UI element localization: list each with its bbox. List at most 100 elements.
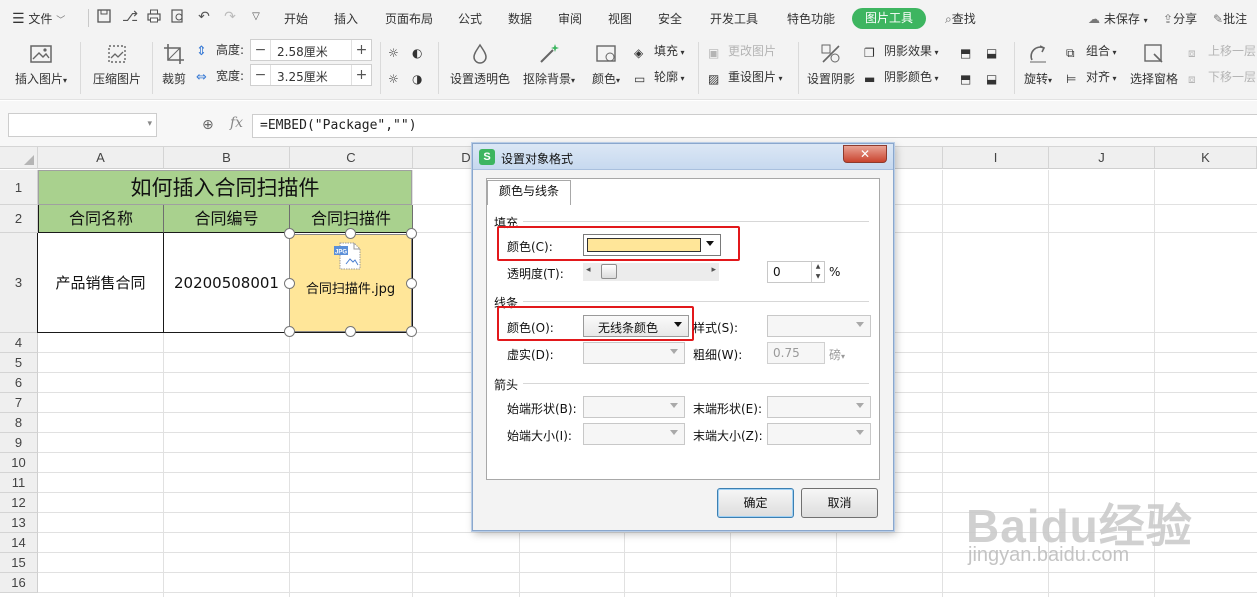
zoom-icon[interactable]: ⊕ [202, 117, 214, 133]
resize-handle-top-left[interactable] [284, 228, 295, 239]
comment-button[interactable]: ✎批注 [1213, 10, 1247, 27]
insert-picture-button[interactable]: 插入图片▾ [8, 42, 74, 87]
outline-button[interactable]: ▭ 轮廓 ▾ [634, 68, 685, 86]
width-stepper[interactable]: − 3.25厘米 + [250, 64, 372, 86]
cell-contract-name[interactable]: 产品销售合同 [38, 233, 164, 333]
tab-colors-and-lines[interactable]: 颜色与线条 [487, 180, 571, 205]
reset-picture-button[interactable]: ▨ 重设图片 ▾ [708, 68, 783, 86]
transparency-slider[interactable]: ◂ ▸ [583, 263, 719, 281]
spin-down-icon[interactable]: ▼ [811, 272, 824, 282]
transparency-stepper[interactable]: 0 ▲ ▼ [767, 261, 825, 283]
column-header-j[interactable]: J [1049, 147, 1155, 169]
row-header-10[interactable]: 10 [0, 453, 38, 473]
print-preview-icon[interactable] [170, 9, 186, 25]
cancel-button[interactable]: 取消 [801, 488, 878, 518]
rotate-button[interactable]: 旋转▾ [1020, 42, 1056, 87]
tab-formulas[interactable]: 公式 [458, 10, 482, 27]
row-header-4[interactable]: 4 [0, 333, 38, 353]
contrast-up-button[interactable]: ◐ [412, 42, 432, 60]
resize-handle-bottom-right[interactable] [406, 326, 417, 337]
row-header-2[interactable]: 2 [0, 205, 38, 233]
tab-picture-tools[interactable]: 图片工具 [852, 8, 926, 29]
column-header-c[interactable]: C [290, 147, 413, 169]
share-button[interactable]: ⇪分享 [1163, 10, 1197, 27]
group-button[interactable]: ⧉ 组合 ▾ [1066, 42, 1117, 60]
slider-right-arrow-icon[interactable]: ▸ [711, 265, 716, 275]
slider-thumb[interactable] [601, 264, 617, 279]
insert-function-icon[interactable]: fx [230, 115, 243, 131]
bring-forward-button[interactable]: ⧈ 上移一层 [1188, 42, 1256, 60]
column-header-b[interactable]: B [164, 147, 290, 169]
row-header-11[interactable]: 11 [0, 473, 38, 493]
set-transparent-color-button[interactable]: 设置透明色 [446, 42, 514, 87]
name-box[interactable]: ▾ [8, 113, 157, 137]
begin-size-dropdown[interactable] [583, 423, 685, 445]
width-decrease-button[interactable]: − [251, 65, 271, 85]
tab-special-features[interactable]: 特色功能 [787, 10, 835, 27]
resize-handle-bottom[interactable] [345, 326, 356, 337]
dash-type-dropdown[interactable] [583, 342, 685, 364]
line-weight-unit[interactable]: 磅▾ [829, 346, 845, 363]
tab-insert[interactable]: 插入 [334, 10, 358, 27]
end-size-dropdown[interactable] [767, 423, 871, 445]
contrast-down-button[interactable]: ◑ [412, 68, 432, 86]
height-stepper[interactable]: − 2.58厘米 + [250, 39, 372, 61]
brightness-down-button[interactable]: ☼ [388, 68, 408, 86]
row-header-14[interactable]: 14 [0, 533, 38, 553]
customize-quick-access-icon[interactable]: ▽ [248, 9, 264, 25]
shadow-color-button[interactable]: ▬ 阴影颜色 ▾ [864, 68, 939, 86]
brightness-up-button[interactable]: ☼ [388, 42, 408, 60]
width-increase-button[interactable]: + [351, 65, 371, 85]
tab-developer[interactable]: 开发工具 [710, 10, 758, 27]
width-value[interactable]: 3.25厘米 [277, 68, 328, 85]
header-contract-name[interactable]: 合同名称 [38, 205, 164, 233]
column-header-k[interactable]: K [1155, 147, 1257, 169]
tab-data[interactable]: 数据 [508, 10, 532, 27]
line-weight-value[interactable]: 0.75 [773, 346, 800, 360]
send-backward-button[interactable]: ⧈ 下移一层 [1188, 68, 1256, 86]
redo-icon[interactable]: ↷ [222, 9, 238, 25]
nudge-up-button[interactable]: ⬒ [960, 42, 980, 60]
transparency-value[interactable]: 0 [773, 265, 781, 279]
formula-input[interactable]: =EMBED("Package","") [252, 114, 1257, 138]
column-header-i[interactable]: I [943, 147, 1049, 169]
tab-review[interactable]: 审阅 [558, 10, 582, 27]
resize-handle-top-right[interactable] [406, 228, 417, 239]
undo-icon[interactable]: ↶ [196, 9, 212, 25]
resize-handle-bottom-left[interactable] [284, 326, 295, 337]
tab-view[interactable]: 视图 [608, 10, 632, 27]
height-decrease-button[interactable]: − [251, 40, 271, 60]
header-contract-number[interactable]: 合同编号 [164, 205, 290, 233]
cell-title[interactable]: 如何插入合同扫描件 [38, 170, 412, 205]
line-style-dropdown[interactable] [767, 315, 871, 337]
close-button[interactable]: ✕ [843, 145, 887, 163]
nudge-right-button[interactable]: ⬓ [986, 68, 1006, 86]
row-header-7[interactable]: 7 [0, 393, 38, 413]
compress-picture-button[interactable]: 压缩图片 [88, 42, 146, 87]
row-header-16[interactable]: 16 [0, 573, 38, 593]
dialog-title-bar[interactable]: S 设置对象格式 ✕ [473, 144, 893, 170]
height-increase-button[interactable]: + [351, 40, 371, 60]
resize-handle-top[interactable] [345, 228, 356, 239]
format-painter-icon[interactable]: ⎇ [122, 9, 138, 25]
file-menu[interactable]: ☰ 文件 ﹀ [12, 10, 65, 27]
row-header-1[interactable]: 1 [0, 170, 38, 205]
spin-up-icon[interactable]: ▲ [811, 262, 824, 272]
height-value[interactable]: 2.58厘米 [277, 43, 328, 60]
row-header-8[interactable]: 8 [0, 413, 38, 433]
resize-handle-left[interactable] [284, 278, 295, 289]
row-header-5[interactable]: 5 [0, 353, 38, 373]
line-weight-stepper[interactable]: 0.75 [767, 342, 825, 364]
row-header-15[interactable]: 15 [0, 553, 38, 573]
align-button[interactable]: ⊨ 对齐 ▾ [1066, 68, 1117, 86]
nudge-left-button[interactable]: ⬒ [960, 68, 980, 86]
save-icon[interactable] [96, 9, 112, 25]
chevron-down-icon[interactable]: ▾ [147, 119, 152, 129]
search-button[interactable]: ⌕查找 [945, 10, 976, 27]
print-icon[interactable] [146, 9, 162, 25]
set-shadow-button[interactable]: 设置阴影 [804, 42, 858, 87]
ok-button[interactable]: 确定 [717, 488, 794, 518]
change-picture-button[interactable]: ▣ 更改图片 [708, 42, 776, 60]
embedded-file-object[interactable]: JPG 合同扫描件.jpg [289, 234, 412, 332]
selection-pane-button[interactable]: 选择窗格 [1128, 42, 1180, 87]
